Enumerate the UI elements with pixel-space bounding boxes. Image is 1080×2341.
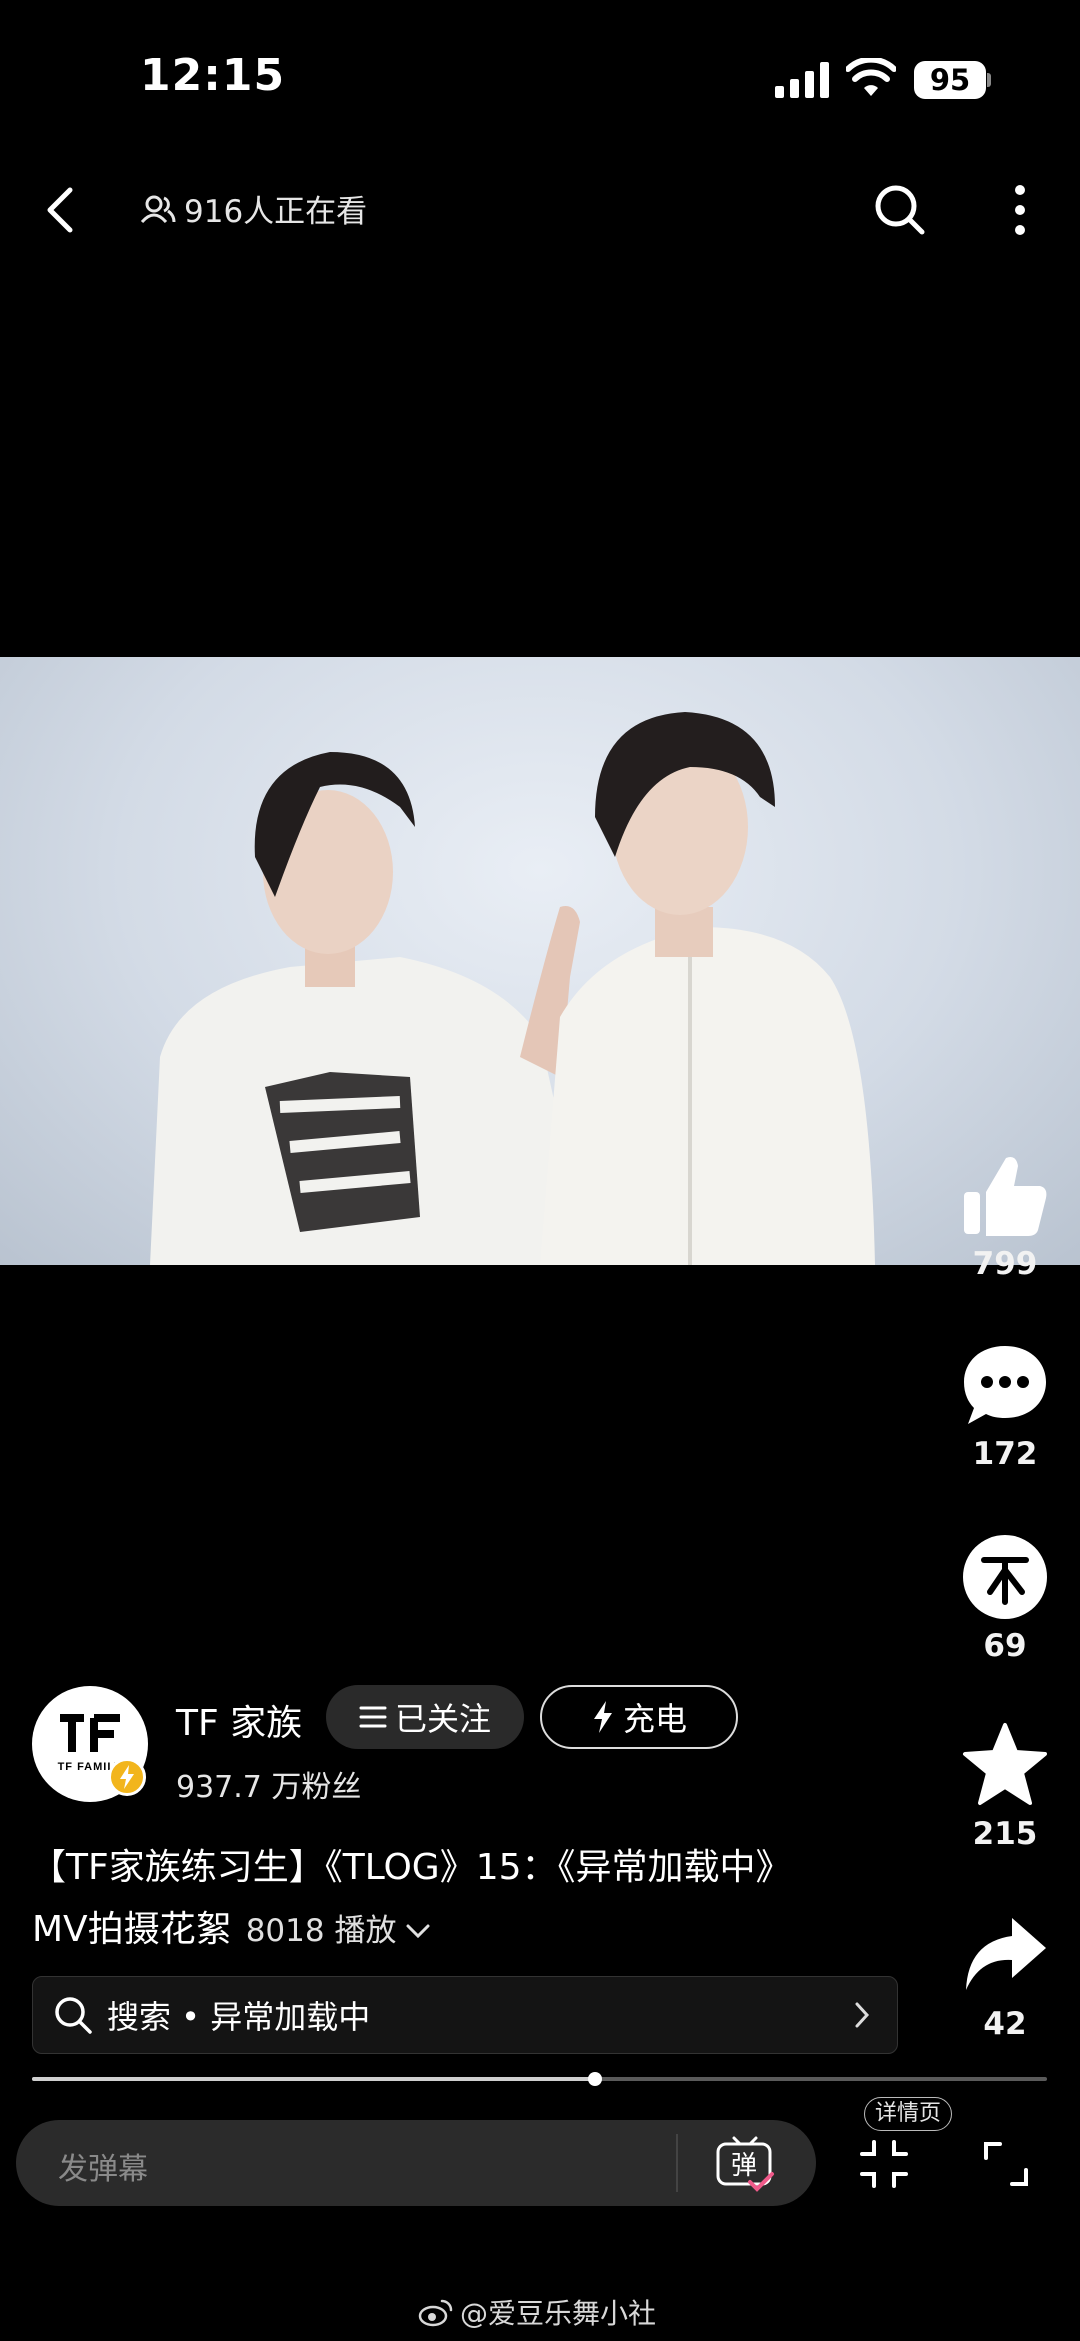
share-icon [966,1918,1046,1990]
favorite-button[interactable]: 215 [950,1720,1060,1852]
video-title-line1: 【TF家族练习生】《TLOG》15：《异常加载中》 [30,1847,792,1888]
charge-label: 充电 [622,1700,687,1738]
follow-button[interactable]: 已关注 [326,1685,524,1749]
share-button[interactable]: 42 [950,1910,1060,2042]
comment-icon [964,1346,1046,1424]
status-time: 12:15 [140,50,286,101]
video-title-line2-text: MV拍摄花絮 [32,1909,232,1950]
watermark-text: @爱豆乐舞小社 [460,2297,657,2330]
search-suggestion-bar[interactable]: 搜索 • 异常加载中 [32,1976,898,2054]
progress-bar[interactable] [32,2072,1047,2086]
viewer-count-label: 916人正在看 [184,194,368,230]
favorite-count: 215 [972,1816,1038,1852]
fullscreen-icon[interactable] [982,2140,1030,2188]
share-count: 42 [983,2006,1027,2042]
charge-button[interactable]: 充电 [540,1685,738,1749]
detail-page-tag[interactable]: 详情页 [864,2097,953,2131]
play-count: 8018 播放 [245,1913,397,1949]
back-icon[interactable] [40,180,80,240]
left-person [150,752,600,1265]
lightning-icon [593,1701,612,1733]
search-icon[interactable] [872,182,928,238]
battery-indicator: 95 [914,61,986,99]
watermark: @爱豆乐舞小社 [418,2292,656,2332]
signal-icon [775,62,829,98]
coin-icon [963,1535,1047,1619]
like-icon [964,1157,1047,1236]
like-button[interactable]: 799 [950,1150,1060,1282]
progress-thumb[interactable] [588,2072,603,2086]
wifi-icon [846,58,896,96]
progress-fill [32,2077,596,2081]
like-count: 799 [972,1246,1038,1282]
viewer-count: 916人正在看 [140,186,367,231]
verified-badge [108,1758,146,1796]
video-frame [150,712,875,1265]
danmaku-input[interactable]: 发弹幕 弹 [16,2120,816,2206]
fan-count: 937.7 万粉丝 [176,1770,362,1805]
chevron-right-icon [855,2002,870,2028]
menu-icon [359,1706,387,1728]
right-person [540,712,875,1265]
video-title-line2[interactable]: MV拍摄花絮 8018 播放 [32,1900,432,1952]
divider [676,2134,678,2192]
exit-fullscreen-icon[interactable] [858,2138,910,2190]
search-suggestion-label: 搜索 • 异常加载中 [107,1998,371,2036]
chevron-down-icon[interactable] [404,1921,432,1941]
favorite-icon [963,1723,1047,1805]
comment-button[interactable]: 172 [950,1340,1060,1472]
danmaku-placeholder: 发弹幕 [58,2152,148,2187]
danmaku-toggle-text: 弹 [731,2151,757,2181]
lightning-icon [120,1765,134,1789]
more-icon[interactable] [1000,182,1040,238]
video-player[interactable] [0,657,1080,1265]
author-name[interactable]: TF 家族 [176,1694,302,1746]
danmaku-icon[interactable]: 弹 [714,2134,776,2194]
viewers-icon [140,195,176,223]
follow-label: 已关注 [394,1700,491,1738]
search-icon [55,1997,92,2034]
coin-button[interactable]: 69 [950,1532,1060,1664]
battery-cap [987,73,991,87]
coin-count: 69 [983,1628,1027,1664]
weibo-icon [418,2299,453,2327]
comment-count: 172 [972,1436,1038,1472]
